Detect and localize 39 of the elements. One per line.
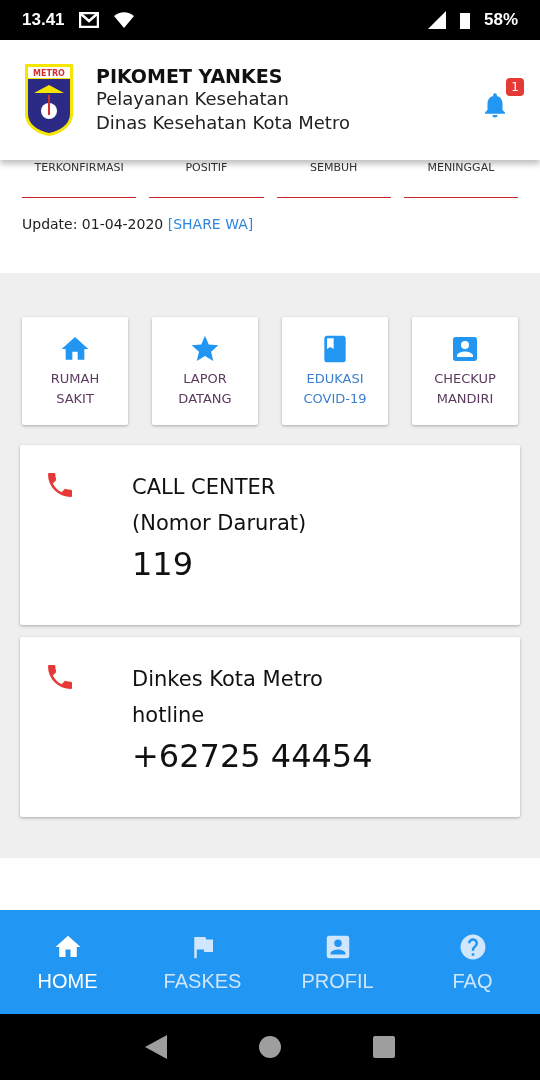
phone-number: 119 <box>132 545 195 583</box>
contact-note: hotline <box>132 702 206 729</box>
app-title: PIKOMET YANKES <box>96 65 284 87</box>
phone-number: +62725 44454 <box>132 737 373 775</box>
wifi-icon <box>112 11 135 29</box>
stat-label: MENINGGAL <box>427 160 495 174</box>
menu-tile[interactable]: LAPOR DATANG <box>152 317 258 425</box>
contact-card[interactable]: CALL CENTER (Nomor Darurat) 119 <box>20 445 520 625</box>
battery-level: 58% <box>483 10 518 30</box>
battery-icon <box>459 11 470 29</box>
mail-icon <box>78 12 99 28</box>
contact-note: (Nomor Darurat) <box>132 510 307 537</box>
update-text: Update: 01-04-2020 [SHARE WA] <box>22 216 254 232</box>
menu-tile[interactable]: CHECKUP MANDIRI <box>412 317 518 425</box>
back-icon[interactable] <box>145 1035 167 1059</box>
menu-tile[interactable]: RUMAH SAKIT <box>22 317 128 425</box>
emblem-label: METRO <box>33 69 65 78</box>
stat-label: POSITIF <box>185 160 228 174</box>
stat-label: SEMBUH <box>309 160 358 174</box>
nav-tab[interactable]: FASKES <box>135 910 270 1014</box>
tile-label: EDUKASI COVID-19 <box>303 370 367 408</box>
contact-name: CALL CENTER <box>132 474 277 501</box>
contact-name: Dinkes Kota Metro <box>132 666 324 693</box>
nav-tab[interactable]: FAQ <box>405 910 540 1014</box>
nav-tab[interactable]: HOME <box>0 910 135 1014</box>
stat-label: TERKONFIRMASI <box>34 160 124 174</box>
tile-label: RUMAH SAKIT <box>50 370 100 408</box>
tile-label: CHECKUP MANDIRI <box>434 370 496 408</box>
notification-badge: 1 <box>506 78 524 96</box>
home-circle-icon[interactable] <box>259 1036 281 1058</box>
menu-tile[interactable]: EDUKASI COVID-19 <box>282 317 388 425</box>
contact-card[interactable]: Dinkes Kota Metro hotline +62725 44454 <box>20 637 520 817</box>
app-subtitle: Dinas Kesehatan Kota Metro <box>96 111 351 135</box>
share-link[interactable]: [SHARE WA] <box>167 216 254 232</box>
tile-label: LAPOR DATANG <box>178 370 232 408</box>
clock: 13.41 <box>22 10 65 30</box>
nav-tab[interactable]: PROFIL <box>270 910 405 1014</box>
app-subtitle: Pelayanan Kesehatan <box>96 87 290 111</box>
signal-icon <box>427 11 446 29</box>
